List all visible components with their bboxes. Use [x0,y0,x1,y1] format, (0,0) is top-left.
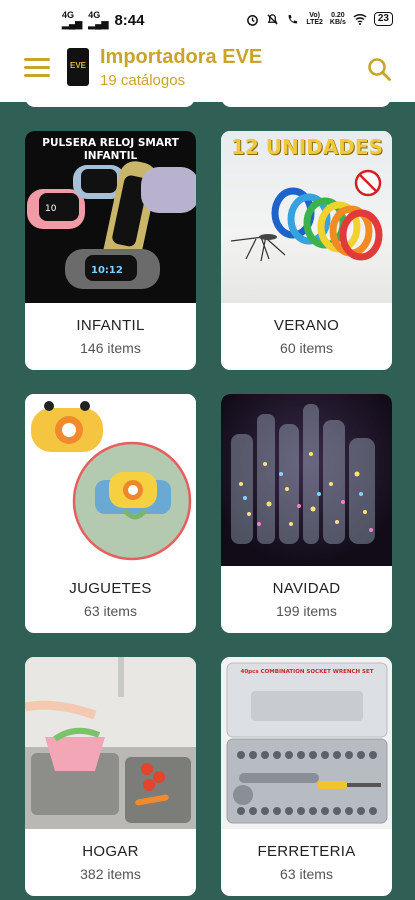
catalog-image: 40pcs COMBINATION SOCKET WRENCH SET [221,657,392,829]
wifi-icon [353,13,367,25]
signal-indicator-2: 4G ▂▄▆ [88,10,109,29]
volte-indicator: Vo) LTE2 [306,12,323,26]
menu-button[interactable] [24,58,50,80]
catalog-card-partial[interactable] [221,95,391,107]
catalog-card-infantil[interactable]: 10:12 10 PULSERA RELOJ SMART INFANTIL IN… [25,131,196,370]
catalog-name: INFANTIL [76,317,145,334]
search-icon [368,58,391,81]
catalog-name: HOGAR [82,843,139,860]
speed-indicator: 0.20 KB/s [329,12,346,26]
alarm-icon [247,14,259,26]
catalog-count: 19 catálogos [100,72,186,89]
catalog-item-count: 146 items [80,340,141,356]
catalog-image [221,394,392,566]
catalog-image [25,394,196,566]
catalog-card-verano[interactable]: 12 UNIDADES VERANO 60 items [221,131,392,370]
catalog-image-caption: 40pcs COMBINATION SOCKET WRENCH SET [240,669,374,675]
catalog-image: 10:12 10 PULSERA RELOJ SMART INFANTIL [25,131,196,303]
catalog-card-juguetes[interactable]: JUGUETES 63 items [25,394,196,633]
menu-icon [24,58,50,77]
catalog-image: 12 UNIDADES [221,131,392,303]
search-button[interactable] [366,56,392,82]
call-icon [288,14,298,23]
catalog-name: VERANO [273,317,340,334]
clock: 8:44 [114,11,145,29]
catalog-item-count: 382 items [80,866,141,882]
catalog-card-partial[interactable] [25,95,195,107]
catalog-item-count: 199 items [276,603,337,619]
catalog-name: JUGUETES [69,580,152,597]
catalog-name: NAVIDAD [272,580,341,597]
app-title: Importadora EVE [100,46,263,68]
catalog-image-caption: 12 UNIDADES [231,135,383,159]
app-bar: EVE Importadora EVE 19 catálogos [0,40,415,102]
status-bar: 4G ▂▄▆ 4G ▂▄▆ 8:44 Vo) LTE2 0.20 KB/s 23 [0,0,415,40]
svg-text:10: 10 [45,204,57,214]
catalog-card-ferreteria[interactable]: 40pcs COMBINATION SOCKET WRENCH SET FERR… [221,657,392,896]
catalog-name: FERRETERIA [257,843,356,860]
catalog-image [25,657,196,829]
svg-text:10:12: 10:12 [91,265,123,276]
catalog-card-navidad[interactable]: NAVIDAD 199 items [221,394,392,633]
app-logo: EVE [67,48,89,86]
mute-icon [267,13,278,25]
signal-indicator-1: 4G ▂▄▆ [62,10,83,29]
catalog-item-count: 63 items [84,603,137,619]
battery-icon: 23 [373,12,393,26]
catalog-card-hogar[interactable]: HOGAR 382 items [25,657,196,896]
catalog-item-count: 60 items [280,340,333,356]
catalog-image-caption: PULSERA RELOJ SMART INFANTIL [42,137,179,162]
catalog-item-count: 63 items [280,866,333,882]
